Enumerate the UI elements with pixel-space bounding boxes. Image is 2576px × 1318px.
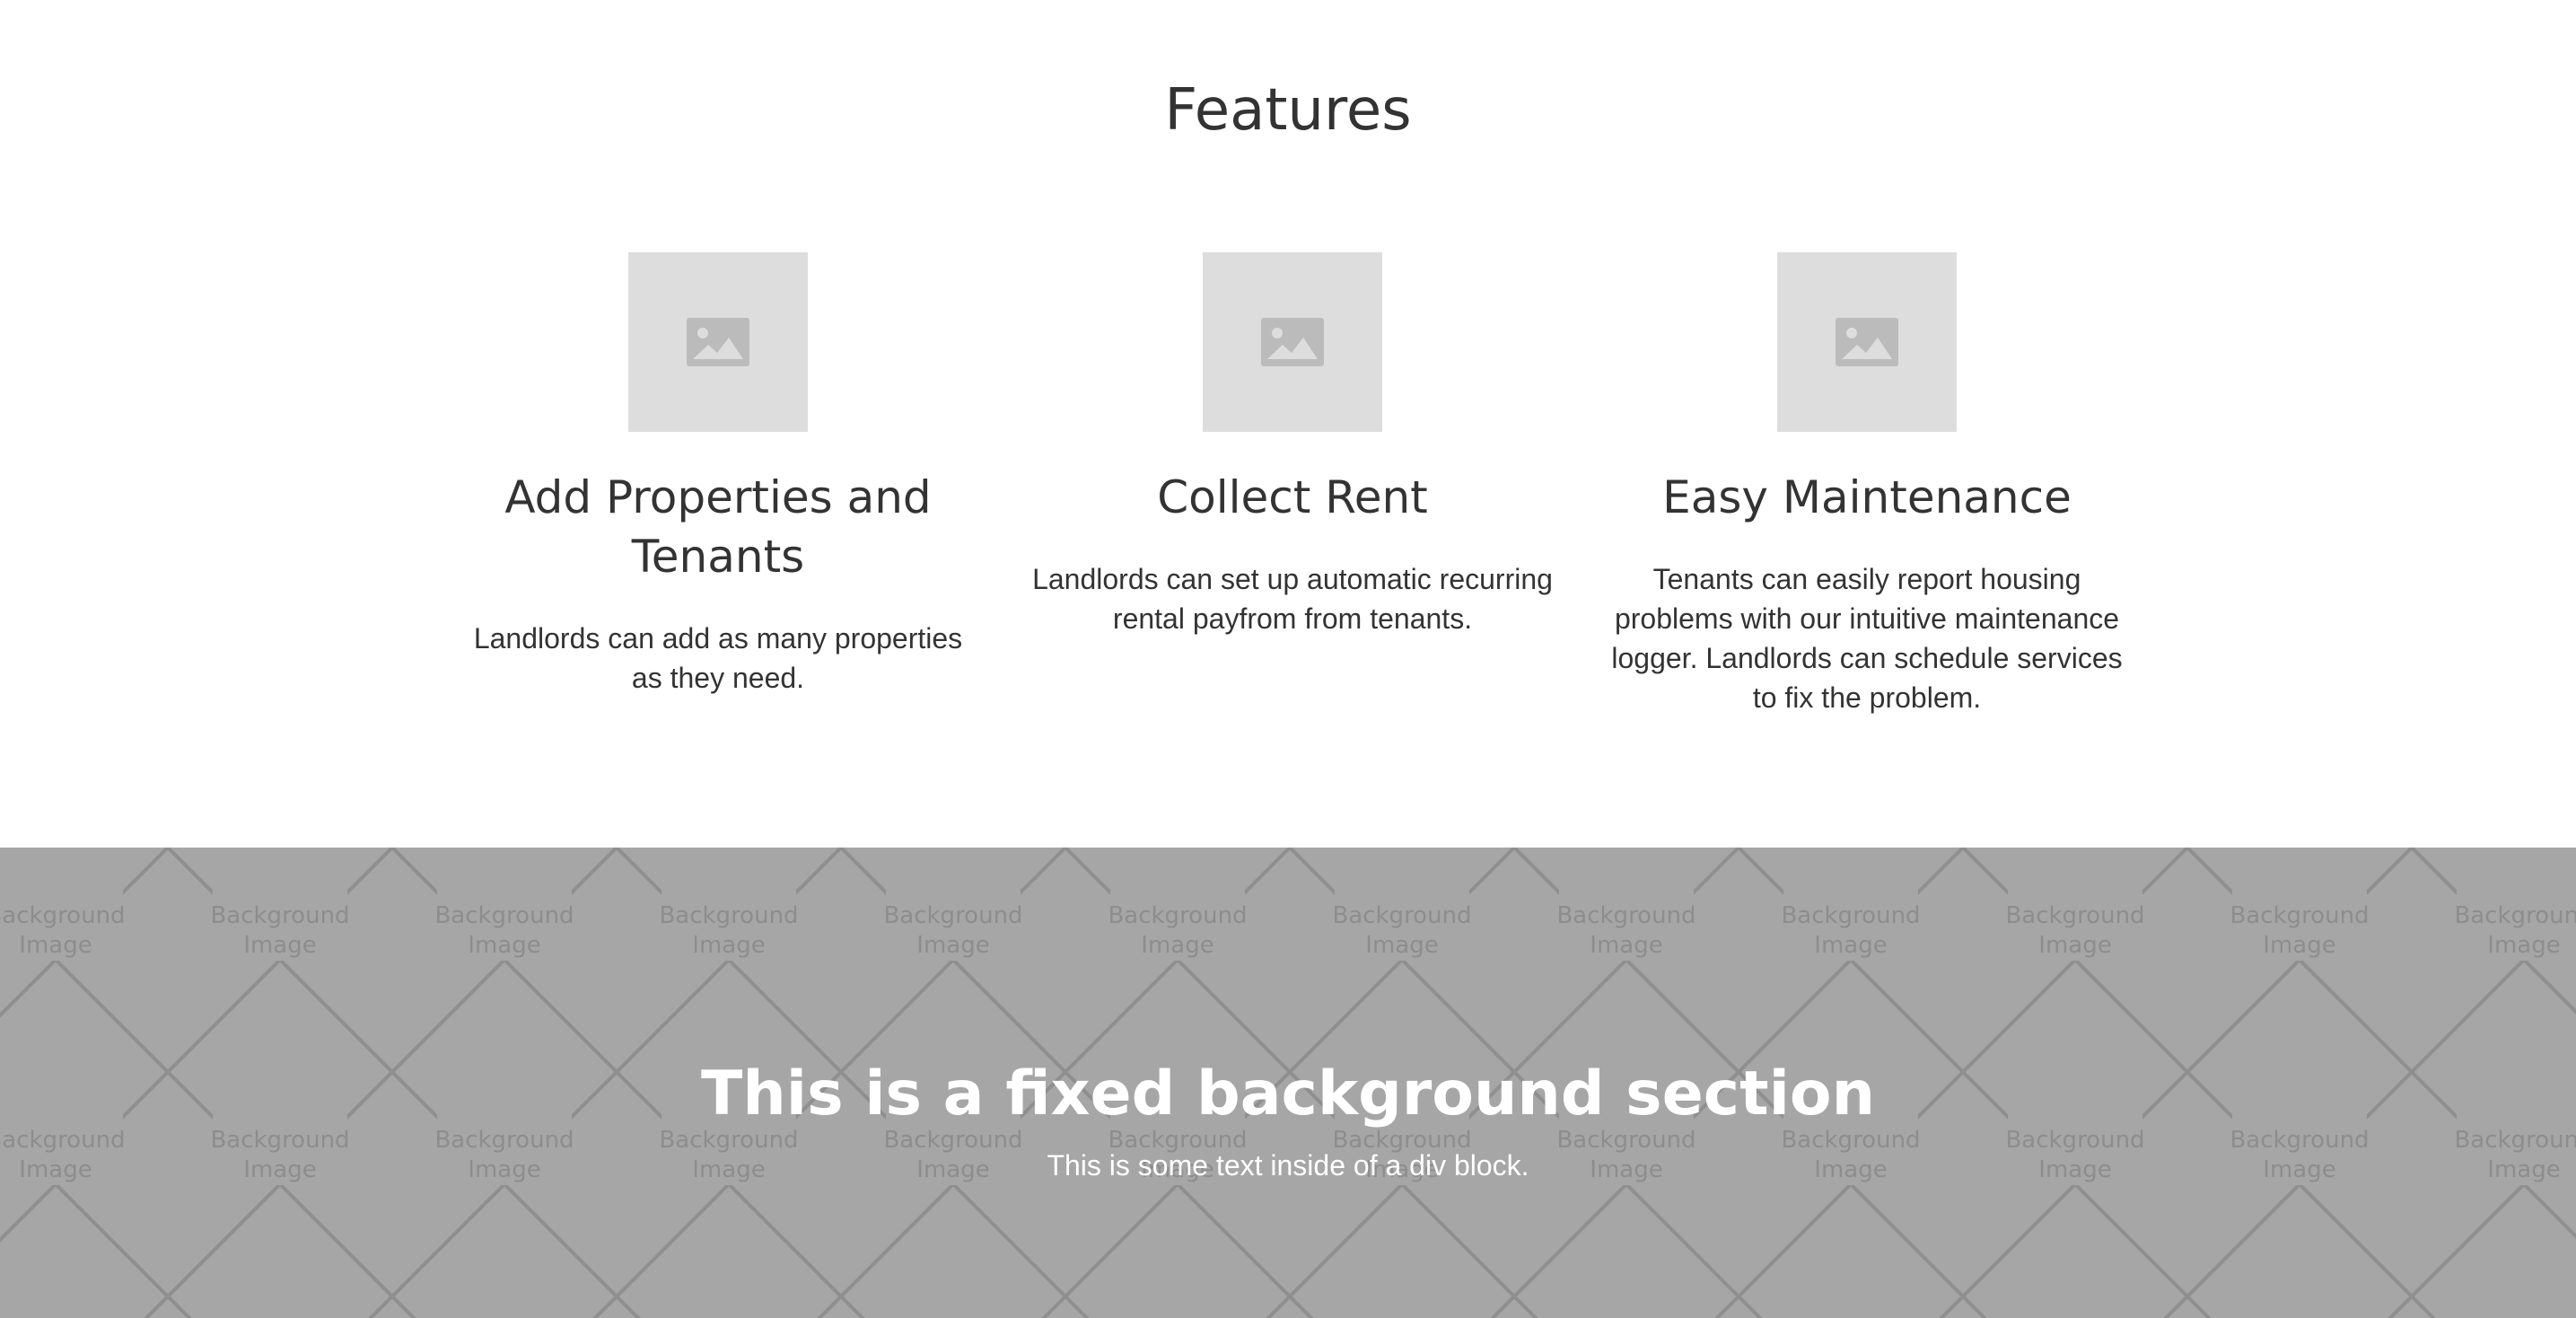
feature-card-collect-rent: Collect Rent Landlords can set up automa… <box>1023 252 1562 638</box>
image-placeholder-icon <box>1261 318 1324 366</box>
feature-description: Landlords can set up automatic recurring… <box>1032 563 1553 635</box>
feature-title: Easy Maintenance <box>1662 471 2072 523</box>
feature-description: Tenants can easily report housing proble… <box>1611 563 2123 714</box>
feature-description: Landlords can add as many properties as … <box>473 622 963 694</box>
feature-image-placeholder <box>1203 252 1382 432</box>
feature-image-placeholder <box>628 252 808 432</box>
feature-title: Collect Rent <box>1157 471 1428 523</box>
feature-title: Add Properties and Tenants <box>504 471 932 583</box>
feature-image-placeholder <box>1777 252 1957 432</box>
fixed-background-section: Background Image This is a fixed backgro… <box>0 848 2576 1318</box>
image-placeholder-icon <box>687 318 749 366</box>
feature-card-easy-maintenance: Easy Maintenance Tenants can easily repo… <box>1598 252 2136 717</box>
feature-card-add-properties: Add Properties and Tenants Landlords can… <box>449 252 987 698</box>
fixed-section-heading: This is a fixed background section <box>700 1059 1876 1129</box>
features-section: Features Add Properties and Tenants Land… <box>0 0 2576 848</box>
features-title: Features <box>1164 77 1412 144</box>
image-placeholder-icon <box>1836 318 1898 366</box>
fixed-section-text: This is some text inside of a div block. <box>1047 1149 1529 1182</box>
